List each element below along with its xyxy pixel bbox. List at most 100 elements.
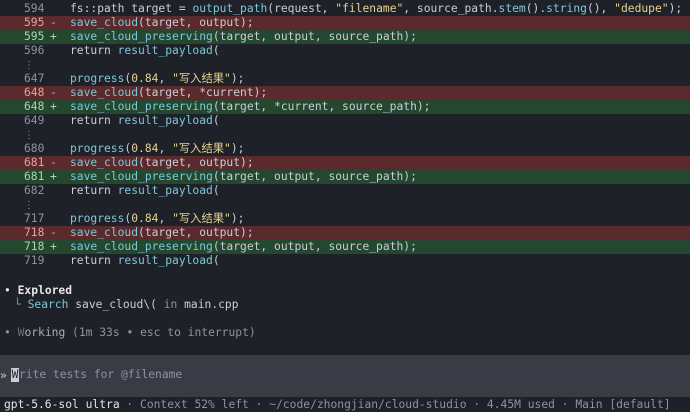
code-text: return result_payload( <box>70 44 220 58</box>
diff-sign: - <box>50 16 57 29</box>
code-token: (request, <box>267 2 336 15</box>
code-token: ); <box>230 72 245 85</box>
diff-sign: - <box>50 226 57 239</box>
explored-query: save_cloud\( <box>75 298 157 311</box>
explored-search-item: └ Search save_cloud\( in main.cpp <box>14 298 239 312</box>
diff-line-context: 682 return result_payload( <box>0 184 690 198</box>
text-cursor: W <box>11 368 19 382</box>
diff-line-context: 649 return result_payload( <box>0 114 690 128</box>
context-left: Context 52% left <box>140 398 249 411</box>
line-number: 718 <box>24 240 45 253</box>
code-token: save_cloud_preserving <box>70 240 213 253</box>
code-token: output_path <box>192 2 268 15</box>
model-name: gpt-5.6-sol ultra <box>4 398 120 411</box>
code-token: save_cloud_preserving <box>70 30 213 43</box>
code-token: result_payload <box>117 114 213 127</box>
diff-gap-icon: ⋮ <box>24 200 34 211</box>
working-status: • Working (1m 33s • esc to interrupt) <box>4 326 256 340</box>
diff-line-context: 680 progress(0.84, "写入结果"); <box>0 142 690 156</box>
line-number: 648 <box>24 100 45 113</box>
diff-gap-icon: ⋮ <box>24 60 34 71</box>
code-token: ); <box>668 2 683 15</box>
line-number: 649 <box>24 114 45 127</box>
code-token: (). <box>525 2 547 15</box>
code-text: save_cloud(target, output); <box>70 16 254 30</box>
code-token: fs::path target = <box>70 2 193 15</box>
line-number: 719 <box>24 254 45 267</box>
code-token: save_cloud_preserving <box>70 100 213 113</box>
explored-in: in <box>163 298 178 311</box>
prompt-chevron-icon: » <box>0 369 7 382</box>
code-text: return result_payload( <box>70 184 220 198</box>
code-text: save_cloud(target, output); <box>70 156 254 170</box>
code-token: (target, output, source_path); <box>212 240 417 253</box>
line-number: 717 <box>24 212 45 225</box>
code-text: save_cloud_preserving(target, output, so… <box>70 170 417 184</box>
code-token: save_cloud_preserving <box>70 170 213 183</box>
diff-line-removed: 681- save_cloud(target, output); <box>0 156 690 170</box>
code-token: string <box>546 2 587 15</box>
line-number: 718 <box>24 226 45 239</box>
code-token: "filename" <box>335 2 404 15</box>
status-sep: · <box>554 398 576 411</box>
code-token: , <box>158 142 173 155</box>
code-token: (target, output, source_path); <box>212 170 417 183</box>
branch-mode: Main [default] <box>575 398 671 411</box>
explored-file: main.cpp <box>184 298 239 311</box>
code-token: ( <box>212 184 220 197</box>
code-token: return <box>70 254 118 267</box>
diff-gap-icon: ⋮ <box>24 130 34 141</box>
code-token: save_cloud <box>70 226 139 239</box>
diff-line-added: 595 + save_cloud_preserving(target, output… <box>0 30 690 44</box>
code-token: progress <box>70 142 125 155</box>
code-token: return <box>70 184 118 197</box>
code-text: save_cloud_preserving(target, output, so… <box>70 30 417 44</box>
composer[interactable]: » W rite tests for @filename <box>0 355 690 397</box>
diff-line-added: 718 + save_cloud_preserving(target, output… <box>0 240 690 254</box>
line-number: 648 <box>24 86 45 99</box>
code-text: progress(0.84, "写入结果"); <box>70 142 244 156</box>
status-sep: · <box>119 398 141 411</box>
diff-line-removed: 718- save_cloud(target, output); <box>0 226 690 240</box>
composer-placeholder[interactable]: rite tests for @filename <box>19 368 182 382</box>
code-token: ); <box>230 212 245 225</box>
code-token: , <box>158 72 173 85</box>
explored-title: Explored <box>17 284 73 297</box>
explored-header: • Explored <box>4 284 72 298</box>
code-token: 0.84 <box>131 142 159 155</box>
code-text: return result_payload( <box>70 114 220 128</box>
code-token: stem <box>498 2 526 15</box>
tree-branch-icon: └ <box>14 298 21 311</box>
status-sep: · <box>248 398 270 411</box>
line-number: 594 <box>24 2 45 15</box>
code-token: (target, output, source_path); <box>212 30 417 43</box>
diff-sign: - <box>50 86 57 99</box>
line-number: 595 <box>24 16 45 29</box>
status-sep: · <box>466 398 487 411</box>
code-text: save_cloud(target, *current); <box>70 86 267 100</box>
code-token: result_payload <box>117 254 213 267</box>
diff-sign: + <box>50 100 57 113</box>
code-token: (target, output); <box>138 16 254 29</box>
diff-sign: - <box>50 156 57 169</box>
line-number: 681 <box>24 156 45 169</box>
code-text: progress(0.84, "写入结果"); <box>70 72 244 86</box>
code-token: ( <box>212 114 220 127</box>
code-token: save_cloud <box>70 86 139 99</box>
code-text: save_cloud(target, output); <box>70 226 254 240</box>
code-token: "写入结果" <box>172 212 231 225</box>
diff-line-added: 648 + save_cloud_preserving(target, *curre… <box>0 100 690 114</box>
diff-sign: + <box>50 170 57 183</box>
diff-line-context: 647 progress(0.84, "写入结果"); <box>0 72 690 86</box>
code-text: save_cloud_preserving(target, *current, … <box>70 100 430 114</box>
diff-sign: + <box>50 240 57 253</box>
line-number: 596 <box>24 44 45 57</box>
line-number: 680 <box>24 142 45 155</box>
diff-line-context: 717 progress(0.84, "写入结果"); <box>0 212 690 226</box>
code-token: 0.84 <box>131 212 159 225</box>
diff-line-context: 594 fs::path target = output_path(request… <box>0 2 690 16</box>
working-detail: (1m 33s • esc to interrupt) <box>65 326 256 339</box>
diff-line-context: 719 return result_payload( <box>0 254 690 268</box>
diff-line-removed: 595- save_cloud(target, output); <box>0 16 690 30</box>
line-number: 681 <box>24 170 45 183</box>
